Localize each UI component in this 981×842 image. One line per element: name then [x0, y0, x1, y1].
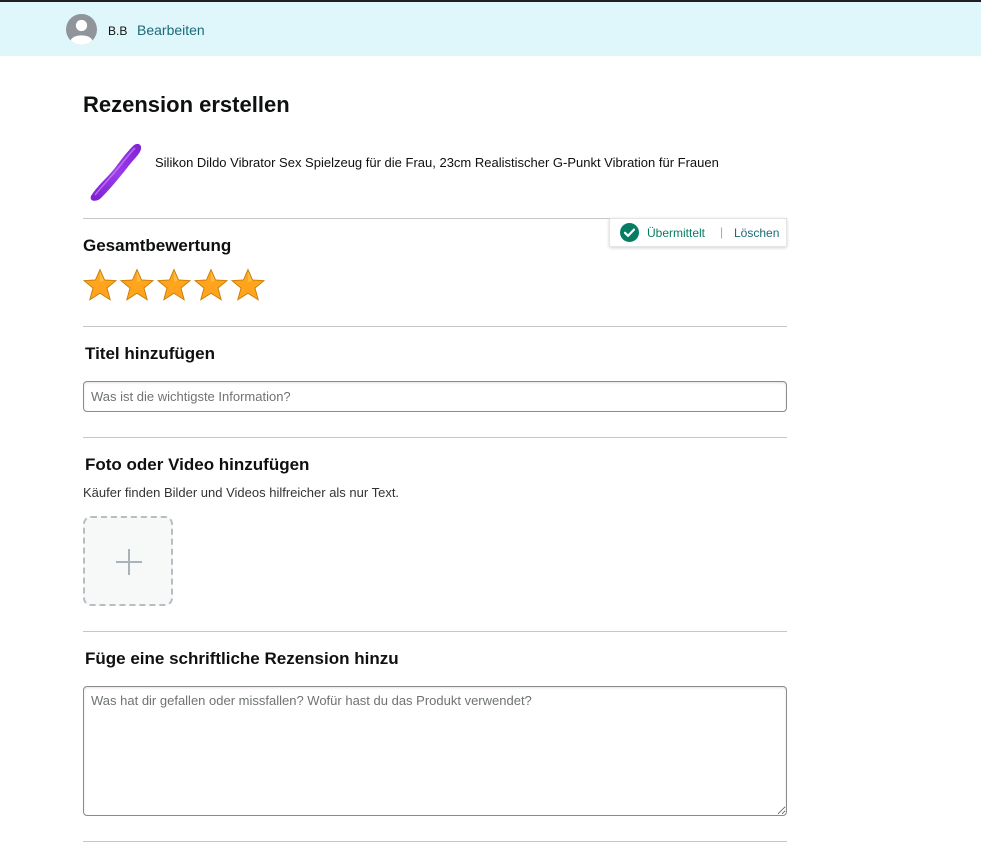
media-upload-button[interactable] — [83, 516, 173, 606]
star-icon[interactable] — [194, 268, 228, 302]
product-title: Silikon Dildo Vibrator Sex Spielzeug für… — [155, 155, 719, 170]
delete-rating-link[interactable]: Löschen — [734, 226, 779, 240]
review-title-input[interactable] — [83, 381, 787, 412]
status-separator: | — [720, 225, 724, 239]
rating-status-box: Übermittelt | Löschen — [609, 218, 787, 247]
star-icon[interactable] — [83, 268, 117, 302]
star-icon[interactable] — [120, 268, 154, 302]
written-review-heading: Füge eine schriftliche Rezension hinzu — [85, 649, 399, 668]
divider — [83, 326, 787, 327]
add-media-heading: Foto oder Video hinzufügen — [85, 455, 310, 474]
star-icon[interactable] — [157, 268, 191, 302]
star-rating — [83, 268, 265, 302]
check-circle-icon — [620, 223, 639, 242]
user-silhouette-icon — [66, 14, 97, 45]
overall-rating-heading: Gesamtbewertung — [83, 236, 232, 255]
divider — [83, 631, 787, 632]
profile-header-bar: B.B Bearbeiten — [0, 0, 981, 56]
review-text-area[interactable] — [83, 686, 787, 816]
username: B.B — [108, 24, 128, 38]
media-hint-text: Käufer finden Bilder und Videos hilfreic… — [83, 485, 400, 500]
star-icon[interactable] — [231, 268, 265, 302]
plus-icon — [116, 549, 142, 575]
page-title: Rezension erstellen — [83, 92, 290, 117]
edit-profile-link[interactable]: Bearbeiten — [137, 22, 205, 38]
submitted-status: Übermittelt — [647, 226, 706, 240]
product-image — [83, 140, 145, 204]
divider — [83, 437, 787, 438]
add-title-heading: Titel hinzufügen — [85, 344, 216, 363]
